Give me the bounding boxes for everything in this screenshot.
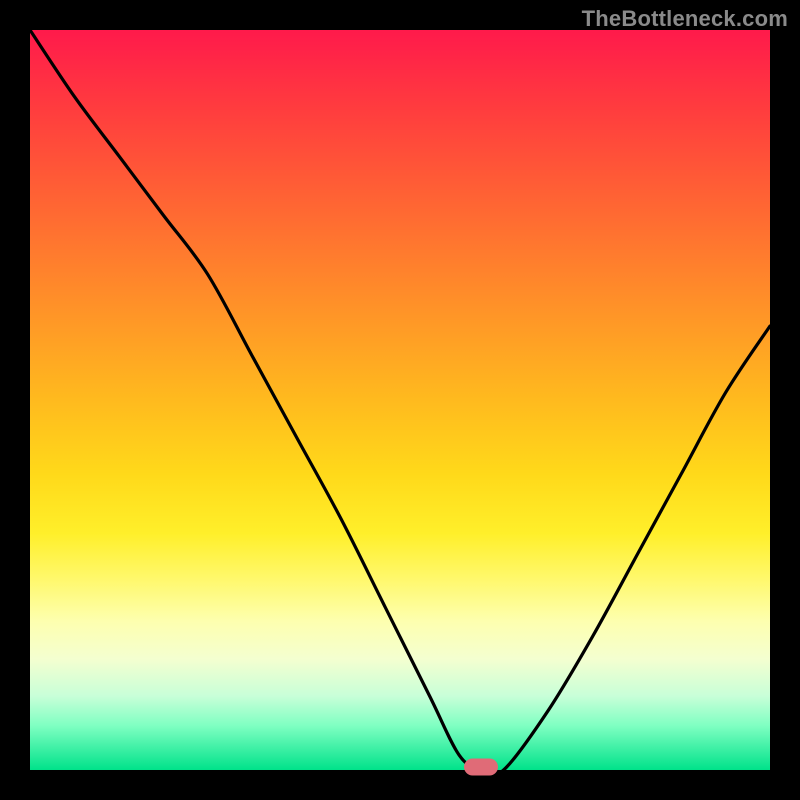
chart-frame: TheBottleneck.com [0,0,800,800]
bottleneck-curve [30,30,770,770]
watermark-text: TheBottleneck.com [582,6,788,32]
optimum-marker [464,759,498,776]
plot-area [30,30,770,770]
